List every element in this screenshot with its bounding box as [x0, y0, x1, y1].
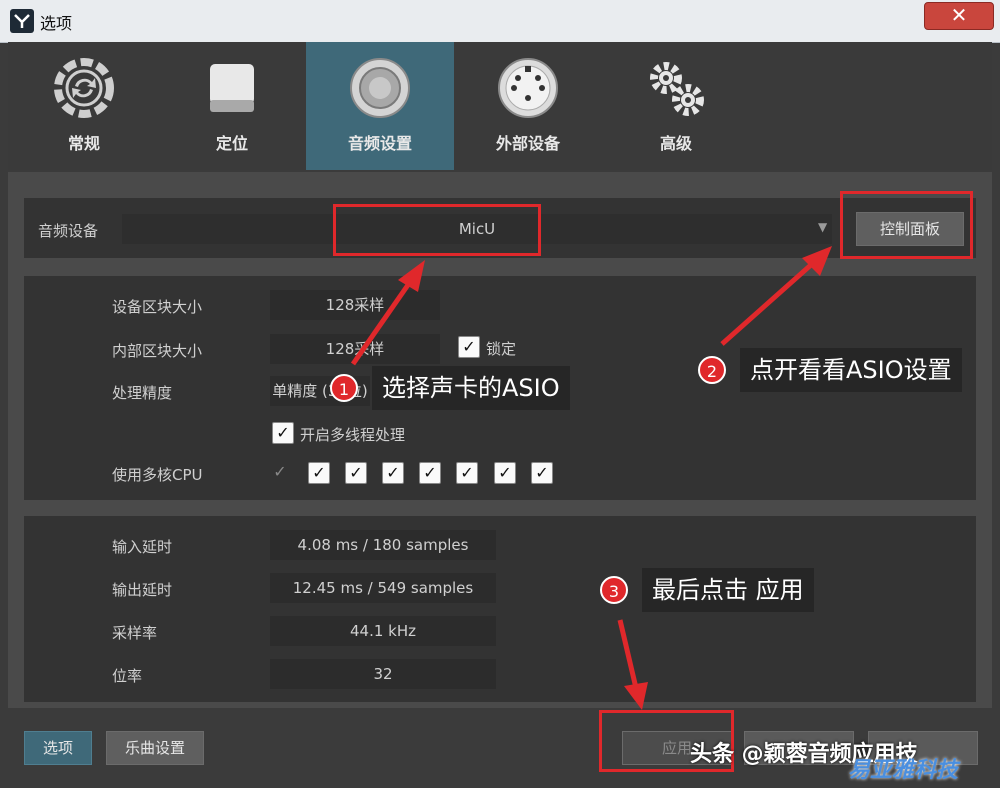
settings-tabbar: 常规 定位 音频设置 外部设备 高级	[8, 42, 992, 170]
device-block-label: 设备区块大小	[112, 298, 203, 316]
tab-label: 常规	[67, 134, 100, 153]
internal-block-value: 128采样	[325, 340, 385, 358]
tab-location[interactable]: 定位	[158, 42, 306, 170]
sync-icon	[54, 58, 114, 118]
bit-depth-value: 32	[270, 659, 496, 689]
window-title: 选项	[40, 14, 73, 33]
output-latency-label: 输出延时	[112, 581, 173, 599]
core-checkbox-7[interactable]: ✓	[531, 462, 553, 484]
options-window: 选项 ✕ 常规 定位 音频设置 外部设备 高级 音频设备 MicU ▼ 控制面板…	[0, 0, 1000, 788]
lock-label: 锁定	[486, 340, 517, 358]
precision-label: 处理精度	[112, 384, 173, 402]
midi-port-icon	[498, 58, 558, 118]
core-checkbox-3[interactable]: ✓	[382, 462, 404, 484]
device-block-select[interactable]: 128采样	[270, 290, 440, 320]
core-checkbox-0[interactable]: ✓	[270, 462, 290, 482]
song-settings-button[interactable]: 乐曲设置	[106, 731, 204, 765]
core-checkbox-5[interactable]: ✓	[456, 462, 478, 484]
audio-device-label: 音频设备	[38, 222, 99, 240]
core-checkbox-1[interactable]: ✓	[308, 462, 330, 484]
latency-info-panel: 输入延时 4.08 ms / 180 samples 输出延时 12.45 ms…	[24, 516, 976, 702]
watermark-brand: 易亚雅科技	[848, 758, 959, 783]
options-button[interactable]: 选项	[24, 731, 92, 765]
step-3-badge: 3	[600, 576, 628, 604]
tab-label: 定位	[215, 134, 248, 153]
step-1-callout: 选择声卡的ASIO	[372, 366, 570, 410]
sample-rate-value: 44.1 kHz	[270, 616, 496, 646]
multithread-label: 开启多线程处理	[300, 426, 406, 444]
lock-checkbox[interactable]: ✓	[458, 336, 480, 358]
device-block-value: 128采样	[325, 296, 385, 314]
tab-label: 高级	[659, 134, 692, 153]
core-checkbox-2[interactable]: ✓	[345, 462, 367, 484]
sample-rate-label: 采样率	[112, 624, 158, 642]
step-2-badge: 2	[698, 356, 726, 384]
output-latency-value: 12.45 ms / 549 samples	[270, 573, 496, 603]
highlight-box-device	[333, 204, 541, 256]
input-latency-value: 4.08 ms / 180 samples	[270, 530, 496, 560]
tab-audio-settings[interactable]: 音频设置	[306, 42, 454, 170]
core-checkbox-4[interactable]: ✓	[419, 462, 441, 484]
internal-block-select[interactable]: 128采样	[270, 334, 440, 364]
title-bar: 选项 ✕	[0, 0, 1000, 43]
tab-general[interactable]: 常规	[10, 42, 158, 170]
tab-external-devices[interactable]: 外部设备	[454, 42, 602, 170]
tab-label: 音频设置	[347, 134, 412, 153]
chevron-down-icon[interactable]: ▼	[818, 220, 827, 234]
tab-label: 外部设备	[495, 134, 560, 153]
step-1-badge: 1	[330, 374, 358, 402]
step-2-callout: 点开看看ASIO设置	[740, 348, 962, 392]
app-logo-icon	[10, 9, 34, 33]
step-3-callout: 最后点击 应用	[642, 568, 814, 612]
drive-icon	[210, 64, 254, 112]
multicore-label: 使用多核CPU	[112, 466, 203, 484]
gears-icon	[650, 62, 704, 116]
tab-advanced[interactable]: 高级	[602, 42, 750, 170]
bit-depth-label: 位率	[112, 667, 143, 685]
input-latency-label: 输入延时	[112, 538, 173, 556]
core-checkbox-6[interactable]: ✓	[494, 462, 516, 484]
close-button[interactable]: ✕	[924, 2, 994, 30]
internal-block-label: 内部区块大小	[112, 342, 203, 360]
highlight-box-control-panel	[840, 191, 973, 259]
multithread-checkbox[interactable]: ✓	[272, 422, 294, 444]
speaker-icon	[350, 58, 410, 118]
